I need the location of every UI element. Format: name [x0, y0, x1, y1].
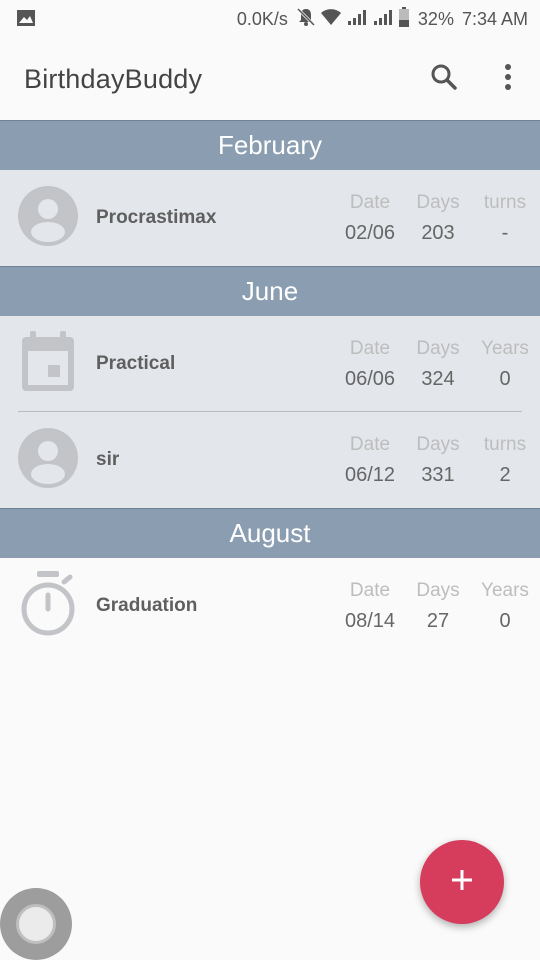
wifi-icon: [320, 8, 342, 31]
event-row-graduation[interactable]: Graduation Date 08/14 Days 27 Years 0: [0, 558, 540, 654]
add-event-button[interactable]: [420, 840, 504, 924]
clock: 7:34 AM: [461, 8, 528, 29]
app-title: BirthdayBuddy: [24, 63, 203, 94]
days-label: Days: [416, 191, 460, 213]
date-value: 02/06: [344, 221, 396, 244]
date-value: 06/12: [344, 463, 396, 486]
event-name: Practical: [96, 353, 176, 374]
network-speed: 0.0K/s: [236, 8, 288, 29]
event-name: Graduation: [96, 595, 198, 616]
event-name: Procrastimax: [96, 207, 217, 228]
date-value: 06/06: [344, 367, 396, 390]
add-icon: [450, 868, 474, 897]
days-label: Days: [416, 579, 460, 601]
app-bar: BirthdayBuddy: [0, 38, 540, 120]
event-name: sir: [96, 449, 120, 470]
days-value: 331: [421, 463, 455, 486]
event-list: February Procrastimax Date 02/06 Days 203 …: [0, 120, 540, 654]
event-row-procrastimax[interactable]: Procrastimax Date 02/06 Days 203 turns -: [0, 170, 540, 266]
years-value: 0: [499, 609, 511, 632]
calendar-icon: [20, 330, 76, 398]
assistive-touch-button[interactable]: [0, 888, 72, 960]
date-value: 08/14: [344, 609, 396, 632]
battery-icon: [398, 6, 410, 32]
overflow-menu-button[interactable]: [476, 47, 540, 111]
days-value: 27: [426, 609, 450, 632]
signal-icon-1: [346, 9, 368, 30]
days-value: 324: [421, 367, 455, 390]
date-label: Date: [349, 433, 391, 455]
days-label: Days: [416, 433, 460, 455]
section-header-august: August: [0, 508, 540, 558]
battery-percent: 32%: [417, 8, 454, 29]
signal-icon-2: [372, 9, 394, 30]
image-notification-icon: [16, 9, 38, 29]
turns-label: turns: [483, 433, 527, 455]
status-bar: 0.0K/s 32% 7:34 AM: [0, 0, 540, 38]
event-row-sir[interactable]: sir Date 06/12 Days 331 turns 2: [0, 412, 540, 508]
search-icon: [430, 63, 458, 96]
date-label: Date: [349, 191, 391, 213]
section-header-june: June: [0, 266, 540, 316]
person-icon: [18, 185, 78, 251]
search-button[interactable]: [412, 47, 476, 111]
turns-label: turns: [483, 191, 527, 213]
date-label: Date: [349, 337, 391, 359]
assistive-touch-icon: [16, 904, 56, 944]
turns-value: 2: [499, 463, 511, 486]
turns-value: -: [501, 221, 509, 244]
event-row-practical[interactable]: Practical Date 06/06 Days 324 Years 0: [0, 316, 540, 412]
years-label: Years: [481, 579, 529, 601]
section-header-february: February: [0, 120, 540, 170]
date-label: Date: [349, 579, 391, 601]
days-label: Days: [416, 337, 460, 359]
years-value: 0: [499, 367, 511, 390]
days-value: 203: [421, 221, 455, 244]
person-icon: [18, 427, 78, 493]
more-vert-icon: [504, 63, 512, 96]
muted-bell-icon: [296, 7, 316, 32]
years-label: Years: [481, 337, 529, 359]
stopwatch-icon: [19, 570, 77, 642]
